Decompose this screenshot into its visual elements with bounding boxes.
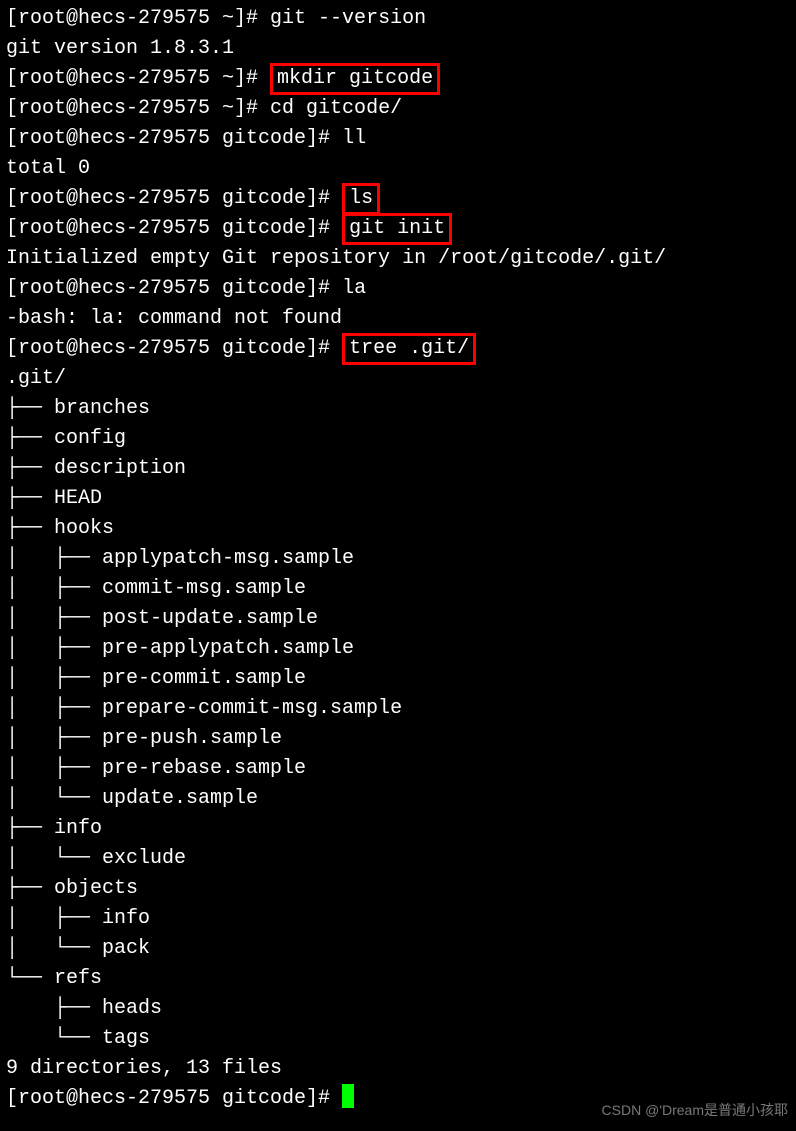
terminal-output-line: ├── description [6, 454, 790, 484]
terminal-command-line: [root@hecs-279575 gitcode]# ll [6, 124, 790, 154]
shell-prompt: [root@hecs-279575 gitcode]# [6, 217, 342, 240]
terminal-command-line: [root@hecs-279575 gitcode]# la [6, 274, 790, 304]
output-text: │ ├── applypatch-msg.sample [6, 547, 354, 570]
terminal-output-line: total 0 [6, 154, 790, 184]
command-text: la [342, 277, 366, 300]
terminal-output-line: ├── config [6, 424, 790, 454]
terminal-command-line: [root@hecs-279575 gitcode]# git init [6, 214, 790, 244]
terminal-output-line: └── refs [6, 964, 790, 994]
terminal-output-line: │ ├── pre-push.sample [6, 724, 790, 754]
output-text: │ ├── pre-rebase.sample [6, 757, 306, 780]
output-text: │ ├── info [6, 907, 150, 930]
terminal-output-line: │ └── update.sample [6, 784, 790, 814]
terminal-command-line: [root@hecs-279575 gitcode]# tree .git/ [6, 334, 790, 364]
terminal-output-line: ├── objects [6, 874, 790, 904]
command-text: git --version [270, 7, 426, 30]
cursor [342, 1084, 354, 1108]
terminal-command-line: [root@hecs-279575 ~]# cd gitcode/ [6, 94, 790, 124]
output-text: -bash: la: command not found [6, 307, 342, 330]
terminal-output-line: └── tags [6, 1024, 790, 1054]
output-text: ├── hooks [6, 517, 114, 540]
terminal-output-line: │ └── exclude [6, 844, 790, 874]
output-text: Initialized empty Git repository in /roo… [6, 247, 666, 270]
terminal-command-line: [root@hecs-279575 ~]# mkdir gitcode [6, 64, 790, 94]
highlighted-command: ls [342, 183, 380, 215]
output-text: └── tags [6, 1027, 150, 1050]
output-text: │ ├── pre-commit.sample [6, 667, 306, 690]
output-text: └── refs [6, 967, 102, 990]
output-text: .git/ [6, 367, 66, 390]
output-text: total 0 [6, 157, 90, 180]
terminal-output-line: ├── branches [6, 394, 790, 424]
terminal-command-line: [root@hecs-279575 gitcode]# ls [6, 184, 790, 214]
watermark: CSDN @'Dream是普通小孩耶 [602, 1095, 788, 1125]
terminal-command-line: [root@hecs-279575 ~]# git --version [6, 4, 790, 34]
output-text: ├── branches [6, 397, 150, 420]
terminal-output-line: │ ├── applypatch-msg.sample [6, 544, 790, 574]
output-text: │ ├── prepare-commit-msg.sample [6, 697, 402, 720]
highlighted-command: tree .git/ [342, 333, 476, 365]
output-text: │ ├── pre-push.sample [6, 727, 282, 750]
terminal[interactable]: [root@hecs-279575 ~]# git --version git v… [0, 0, 796, 1126]
terminal-output-line: │ ├── info [6, 904, 790, 934]
shell-prompt: [root@hecs-279575 gitcode]# [6, 1087, 342, 1110]
output-text: │ ├── pre-applypatch.sample [6, 637, 354, 660]
output-text: ├── HEAD [6, 487, 102, 510]
output-text: ├── heads [6, 997, 162, 1020]
terminal-output-line: ├── heads [6, 994, 790, 1024]
terminal-output-line: │ └── pack [6, 934, 790, 964]
output-text: ├── description [6, 457, 186, 480]
shell-prompt: [root@hecs-279575 ~]# [6, 7, 270, 30]
output-text: │ └── pack [6, 937, 150, 960]
terminal-output-line: Initialized empty Git repository in /roo… [6, 244, 790, 274]
output-text: 9 directories, 13 files [6, 1057, 282, 1080]
output-text: │ └── update.sample [6, 787, 258, 810]
output-text: │ ├── post-update.sample [6, 607, 318, 630]
output-text: ├── objects [6, 877, 138, 900]
output-text: git version 1.8.3.1 [6, 37, 234, 60]
terminal-output-line: │ ├── pre-rebase.sample [6, 754, 790, 784]
output-text: ├── info [6, 817, 102, 840]
terminal-output-line: -bash: la: command not found [6, 304, 790, 334]
highlighted-command: git init [342, 213, 452, 245]
terminal-output-line: git version 1.8.3.1 [6, 34, 790, 64]
shell-prompt: [root@hecs-279575 ~]# [6, 67, 270, 90]
output-text: ├── config [6, 427, 126, 450]
terminal-output-line: │ ├── commit-msg.sample [6, 574, 790, 604]
shell-prompt: [root@hecs-279575 gitcode]# [6, 127, 342, 150]
command-text: ll [342, 127, 366, 150]
terminal-output-line: .git/ [6, 364, 790, 394]
highlighted-command: mkdir gitcode [270, 63, 440, 95]
terminal-output-line: 9 directories, 13 files [6, 1054, 790, 1084]
shell-prompt: [root@hecs-279575 gitcode]# [6, 277, 342, 300]
terminal-output-line: ├── info [6, 814, 790, 844]
terminal-output-line: ├── hooks [6, 514, 790, 544]
output-text: │ ├── commit-msg.sample [6, 577, 306, 600]
terminal-output-line: │ ├── pre-commit.sample [6, 664, 790, 694]
terminal-output-line: │ ├── post-update.sample [6, 604, 790, 634]
command-text: cd gitcode/ [270, 97, 402, 120]
shell-prompt: [root@hecs-279575 gitcode]# [6, 187, 342, 210]
terminal-output-line: │ ├── pre-applypatch.sample [6, 634, 790, 664]
terminal-output-line: ├── HEAD [6, 484, 790, 514]
shell-prompt: [root@hecs-279575 ~]# [6, 97, 270, 120]
terminal-output-line: │ ├── prepare-commit-msg.sample [6, 694, 790, 724]
shell-prompt: [root@hecs-279575 gitcode]# [6, 337, 342, 360]
output-text: │ └── exclude [6, 847, 186, 870]
